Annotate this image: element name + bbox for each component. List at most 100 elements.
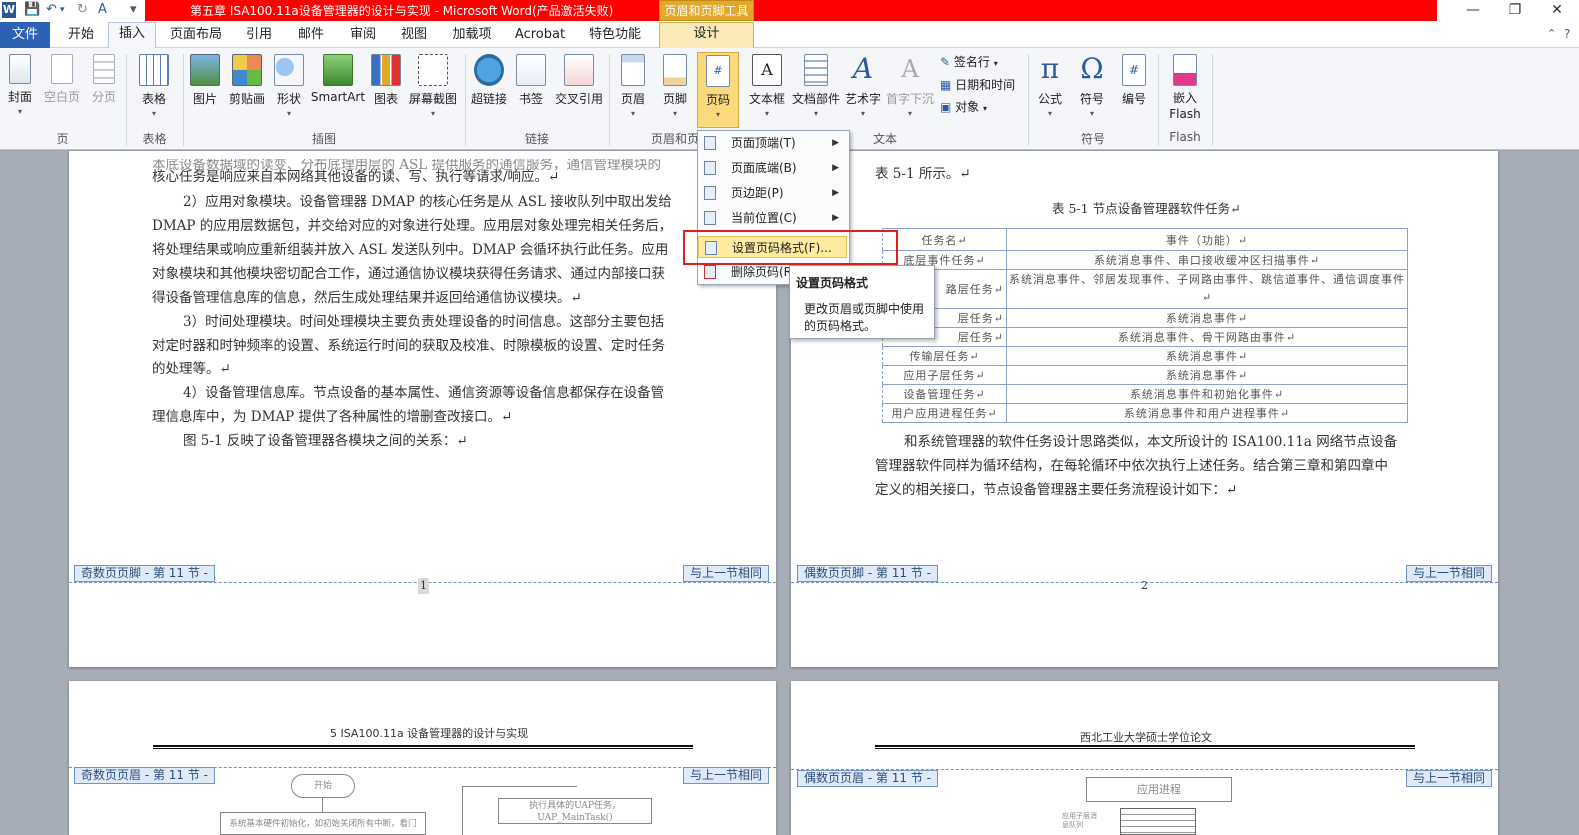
tab-page-layout[interactable]: 页面布局 — [164, 24, 228, 48]
tab-design[interactable]: 设计 — [659, 22, 754, 48]
footer-section-label: 偶数页页脚 - 第 11 节 - — [797, 565, 939, 582]
tab-addins[interactable]: 加载项 — [446, 24, 498, 48]
group-label-illustrations: 插图 — [311, 132, 336, 146]
chevron-right-icon: ▶ — [832, 188, 839, 198]
same-as-previous-label: 与上一节相同 — [1406, 565, 1493, 582]
smartart-button[interactable]: SmartArt — [310, 54, 366, 104]
shapes-icon — [274, 54, 304, 86]
cross-reference-button[interactable]: 交叉引用 — [551, 54, 607, 107]
clipart-button[interactable]: 剪贴画 — [226, 54, 268, 107]
table-row: 用户应用进程任务↵ 系统消息事件和用户进程事件↵ — [882, 403, 1408, 423]
window-title: 第五章 ISA100.11a设备管理器的设计与实现 - Microsoft Wo… — [190, 4, 614, 18]
page-number-field[interactable]: 1 — [418, 578, 429, 594]
date-time-button[interactable]: ▦ 日期和时间 — [940, 76, 1015, 93]
tab-insert[interactable]: 插入 — [108, 22, 156, 48]
flow-arrow — [322, 798, 323, 812]
table-button[interactable]: 表格 ▾ — [134, 54, 174, 118]
undo-icon[interactable]: ↶ — [46, 2, 57, 17]
tab-mailings[interactable]: 邮件 — [289, 24, 333, 48]
context-tab-group-label: 页眉和页脚工具 — [659, 0, 754, 21]
flow-step-line: 执行具体的UAP任务， — [529, 801, 621, 811]
table-cell: 系统消息事件和用户进程事件↵ — [1006, 403, 1408, 423]
same-as-previous-label: 与上一节相同 — [683, 767, 770, 784]
customize-qat-icon[interactable]: ▾ — [130, 2, 137, 17]
picture-icon — [190, 54, 220, 86]
object-button[interactable]: ▣ 对象 ▾ — [940, 98, 987, 115]
tab-references[interactable]: 引用 — [237, 24, 281, 48]
signature-line-button[interactable]: ✎ 签名行 ▾ — [940, 53, 998, 70]
textbox-icon: A — [752, 54, 782, 86]
tab-review[interactable]: 审阅 — [341, 24, 385, 48]
header-button[interactable]: 页眉 ▾ — [614, 54, 652, 118]
collapse-ribbon-icon[interactable]: ⌃ — [1547, 27, 1556, 40]
close-icon[interactable]: ✕ — [1542, 2, 1572, 18]
page-break-button[interactable]: 分页 — [86, 54, 122, 105]
wordart-icon: A — [852, 52, 874, 85]
body-line: 图 5-1 反映了设备管理器各模块之间的关系：↵ — [183, 433, 468, 449]
bookmark-button[interactable]: 书签 — [514, 54, 548, 107]
numbering-icon: # — [1122, 54, 1146, 86]
quick-parts-button[interactable]: 文档部件 ▾ — [790, 54, 842, 118]
equation-button[interactable]: π 公式 ▾ — [1032, 54, 1068, 119]
restore-icon[interactable]: ❐ — [1500, 2, 1530, 18]
chevron-down-icon: ▾ — [672, 109, 677, 118]
hyperlink-label: 超链接 — [470, 92, 507, 106]
drop-cap-button[interactable]: A 首字下沉 ▾ — [884, 54, 936, 118]
textbox-button[interactable]: A 文本框 ▾ — [746, 54, 788, 118]
font-color-icon[interactable]: A — [98, 2, 107, 17]
date-time-label: 日期和时间 — [955, 78, 1016, 92]
clipart-icon — [232, 54, 262, 86]
table-row: 路层任务↵ 系统消息事件、邻居发现事件、子网路由事件、跳信道事件、通信调度事件↵ — [882, 269, 1408, 309]
header-label: 页眉 — [620, 92, 645, 106]
symbol-button[interactable]: Ω 符号 ▾ — [1074, 54, 1110, 119]
numbering-button[interactable]: # 编号 — [1116, 54, 1152, 107]
tab-special-features[interactable]: 特色功能 — [582, 24, 648, 48]
wordart-button[interactable]: A 艺术字 ▾ — [843, 52, 883, 119]
chart-button[interactable]: 图表 — [369, 54, 403, 107]
picture-button[interactable]: 图片 — [188, 54, 222, 107]
flow-start: 开始 — [291, 774, 355, 798]
hyperlink-button[interactable]: 超链接 — [468, 54, 510, 107]
flow-step: 系统基本硬件初始化，如初始关闭所有中断，看门 — [220, 812, 426, 835]
table-row: 层任务↵ 系统消息事件↵ — [882, 308, 1408, 328]
redo-icon[interactable]: ↻ — [77, 2, 88, 17]
menu-item-top-of-page[interactable]: 页面顶端(T) ▶ — [698, 132, 847, 154]
embed-flash-button[interactable]: 嵌入 Flash — [1163, 54, 1207, 122]
page-number-button[interactable]: # 页码 ▾ — [697, 52, 739, 128]
table-cell: 系统消息事件、邻居发现事件、子网路由事件、跳信道事件、通信调度事件↵ — [1006, 269, 1408, 309]
body-line: 核心任务是响应来自本网络其他设备的读、写、执行等请求/响应。↵ — [152, 169, 560, 185]
cover-page-button[interactable]: 封面 ▾ — [2, 54, 38, 116]
undo-dropdown-icon[interactable]: ▾ — [60, 5, 65, 15]
body-line: 和系统管理器的软件任务设计思路类似，本文所设计的 ISA100.11a 网络节点… — [904, 434, 1398, 450]
tab-home[interactable]: 开始 — [57, 24, 105, 48]
chevron-down-icon: ▾ — [764, 109, 769, 118]
same-as-previous-label: 与上一节相同 — [683, 565, 770, 582]
table-cell: 系统消息事件↵ — [1006, 365, 1408, 385]
tab-view[interactable]: 视图 — [392, 24, 436, 48]
menu-item-current-position[interactable]: 当前位置(C) ▶ — [698, 207, 847, 229]
cross-reference-label: 交叉引用 — [554, 92, 603, 106]
table-cell: 设备管理任务↵ — [882, 384, 1007, 404]
screenshot-button[interactable]: 屏幕截图 ▾ — [406, 54, 460, 118]
menu-item-page-margins[interactable]: 页边距(P) ▶ — [698, 182, 847, 204]
tab-file[interactable]: 文件 — [0, 22, 50, 48]
chevron-down-icon: ▾ — [151, 109, 156, 118]
page-number-field[interactable]: 2 — [1141, 578, 1148, 594]
tab-acrobat[interactable]: Acrobat — [510, 24, 570, 48]
table-cell: 系统消息事件↵ — [1006, 346, 1408, 366]
menu-item-bottom-of-page[interactable]: 页面底端(B) ▶ — [698, 157, 847, 179]
help-icon[interactable]: ? — [1564, 27, 1570, 41]
table-row: 设备管理任务↵ 系统消息事件和初始化事件↵ — [882, 384, 1408, 404]
word-app-icon[interactable]: W — [2, 2, 16, 18]
shapes-button[interactable]: 形状 ▾ — [272, 54, 306, 118]
same-as-previous-label: 与上一节相同 — [1406, 770, 1493, 787]
picture-label: 图片 — [192, 92, 217, 106]
blank-page-button[interactable]: 空白页 — [42, 54, 82, 105]
footer-button[interactable]: 页脚 ▾ — [656, 54, 694, 118]
minimize-icon[interactable]: — — [1458, 2, 1488, 18]
chevron-down-icon: ▾ — [17, 107, 22, 116]
save-icon[interactable]: 💾 — [24, 2, 40, 17]
blank-page-label: 空白页 — [43, 90, 80, 104]
header-section-label: 偶数页页眉 - 第 11 节 - — [797, 770, 939, 787]
footer-section-label: 奇数页页脚 - 第 11 节 - — [74, 565, 216, 582]
